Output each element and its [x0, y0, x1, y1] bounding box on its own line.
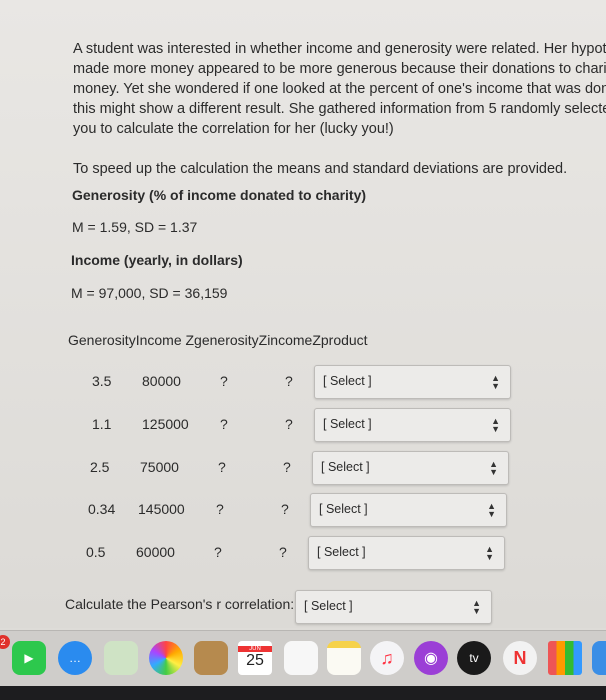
contacts-icon[interactable]	[194, 641, 228, 675]
z-generosity-value: ?	[218, 459, 226, 475]
z-generosity-value: ?	[214, 544, 222, 560]
select-value: [ Select ]	[323, 417, 372, 431]
tv-label: tv	[469, 651, 479, 665]
dock: 2 ▶ … JUN 25 ♫ ◉ tv N	[0, 630, 606, 687]
zproduct-select[interactable]: [ Select ] ▲ ▼	[312, 451, 509, 485]
z-income-value: ?	[279, 544, 287, 560]
messages-icon[interactable]: …	[58, 641, 92, 675]
news-icon[interactable]: N	[503, 641, 537, 675]
z-income-value: ?	[281, 501, 289, 517]
select-value: [ Select ]	[317, 545, 366, 559]
income-stats: M = 97,000, SD = 36,159	[71, 285, 228, 301]
reminders-icon[interactable]	[284, 641, 318, 675]
income-value: 75000	[140, 459, 179, 475]
speedup-text: To speed up the calculation the means an…	[73, 161, 568, 177]
generosity-value: 0.34	[88, 501, 116, 517]
z-income-value: ?	[285, 416, 293, 432]
generosity-value: 2.5	[90, 459, 110, 475]
table-header: GenerosityIncome ZgenerosityZincomeZprod…	[68, 332, 368, 348]
maps-icon[interactable]	[104, 641, 138, 675]
pearson-select[interactable]: [ Select ] ▲ ▼	[295, 590, 492, 624]
select-value: [ Select ]	[319, 502, 368, 516]
updown-arrow-icon: ▲ ▼	[491, 373, 500, 391]
income-value: 60000	[136, 544, 175, 560]
calendar-icon[interactable]: JUN 25	[238, 641, 272, 675]
podcasts-icon[interactable]: ◉	[414, 641, 448, 675]
generosity-value: 0.5	[86, 544, 106, 560]
calendar-day: 25	[246, 652, 264, 669]
select-value: [ Select ]	[304, 599, 353, 613]
intro-line: you to calculate the correlation for her…	[73, 121, 394, 137]
updown-arrow-icon: ▲ ▼	[472, 598, 481, 616]
intro-line: made more money appeared to be more gene…	[73, 61, 606, 77]
quiz-page: A student was interested in whether inco…	[0, 0, 606, 628]
intro-line: money. Yet she wondered if one looked at…	[73, 81, 606, 97]
updown-arrow-icon: ▲ ▼	[485, 544, 494, 562]
notes-icon[interactable]	[327, 641, 361, 675]
screen-bezel	[0, 686, 606, 700]
pearson-label: Calculate the Pearson's r correlation:	[65, 596, 295, 612]
z-generosity-value: ?	[216, 501, 224, 517]
income-label: Income (yearly, in dollars)	[71, 252, 243, 268]
income-value: 80000	[142, 373, 181, 389]
updown-arrow-icon: ▲ ▼	[487, 501, 496, 519]
income-value: 125000	[142, 416, 189, 432]
z-income-value: ?	[285, 373, 293, 389]
intro-line: A student was interested in whether inco…	[73, 41, 606, 57]
zproduct-select[interactable]: [ Select ] ▲ ▼	[314, 365, 511, 399]
updown-arrow-icon: ▲ ▼	[491, 416, 500, 434]
updown-arrow-icon: ▲ ▼	[489, 459, 498, 477]
photos-icon[interactable]	[149, 641, 183, 675]
z-generosity-value: ?	[220, 416, 228, 432]
facetime-icon[interactable]: ▶	[12, 641, 46, 675]
select-value: [ Select ]	[323, 374, 372, 388]
income-value: 145000	[138, 501, 185, 517]
apple-tv-icon[interactable]: tv	[457, 641, 491, 675]
music-icon[interactable]: ♫	[370, 641, 404, 675]
generosity-value: 3.5	[92, 373, 112, 389]
z-income-value: ?	[283, 459, 291, 475]
generosity-value: 1.1	[92, 416, 112, 432]
numbers-icon[interactable]	[548, 641, 582, 675]
zproduct-select[interactable]: [ Select ] ▲ ▼	[308, 536, 505, 570]
z-generosity-value: ?	[220, 373, 228, 389]
intro-line: this might show a different result. She …	[73, 101, 606, 117]
keynote-icon[interactable]	[592, 641, 606, 675]
select-value: [ Select ]	[321, 460, 370, 474]
generosity-label: Generosity (% of income donated to chari…	[72, 187, 367, 203]
notification-badge: 2	[0, 635, 10, 649]
zproduct-select[interactable]: [ Select ] ▲ ▼	[314, 408, 511, 442]
generosity-stats: M = 1.59, SD = 1.37	[72, 219, 198, 235]
zproduct-select[interactable]: [ Select ] ▲ ▼	[310, 493, 507, 527]
